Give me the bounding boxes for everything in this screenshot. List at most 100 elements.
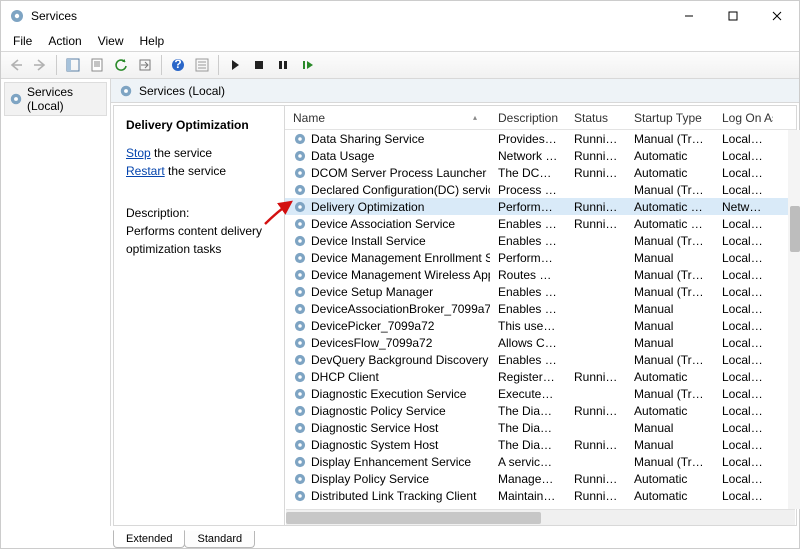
action-menu-button[interactable]	[191, 54, 213, 76]
cell-logon: Local Syster	[714, 455, 774, 469]
cell-logon: Local Syster	[714, 302, 774, 316]
cell-status: Running	[566, 166, 626, 180]
cell-logon: Local Servic	[714, 472, 774, 486]
service-row[interactable]: Device Management Enrollment ServicePerf…	[285, 249, 796, 266]
cell-logon: Local Servic	[714, 370, 774, 384]
gear-icon	[293, 336, 307, 350]
cell-name: Device Management Enrollment Service	[285, 251, 490, 265]
service-row[interactable]: Delivery OptimizationPerforms co...Runni…	[285, 198, 796, 215]
service-name-text: Distributed Link Tracking Client	[311, 489, 476, 503]
service-name-text: DevQuery Background Discovery Broker	[311, 353, 490, 367]
column-startup[interactable]: Startup Type	[626, 106, 714, 129]
sort-indicator-icon: ▴	[473, 113, 481, 122]
cell-description: Enables app...	[490, 353, 566, 367]
tab-extended[interactable]: Extended	[113, 530, 185, 548]
export-list-button[interactable]	[134, 54, 156, 76]
scrollbar-thumb[interactable]	[286, 512, 541, 524]
service-row[interactable]: DevicePicker_7099a72This user ser...Manu…	[285, 317, 796, 334]
cell-status: Running	[566, 217, 626, 231]
refresh-button[interactable]	[110, 54, 132, 76]
service-name-text: Diagnostic Execution Service	[311, 387, 466, 401]
gear-icon	[293, 166, 307, 180]
tab-standard[interactable]: Standard	[184, 531, 255, 548]
cell-startup: Manual	[626, 438, 714, 452]
service-row[interactable]: Diagnostic Service HostThe Diagnos...Man…	[285, 419, 796, 436]
help-button[interactable]: ?	[167, 54, 189, 76]
scrollbar-thumb[interactable]	[790, 206, 800, 252]
nav-back-button[interactable]	[5, 54, 27, 76]
column-logon[interactable]: Log On As	[714, 106, 774, 129]
cell-logon: Local Syster	[714, 489, 774, 503]
minimize-button[interactable]	[667, 1, 711, 31]
cell-description: A service for ...	[490, 455, 566, 469]
menu-file[interactable]: File	[5, 32, 40, 50]
svg-text:?: ?	[174, 58, 181, 71]
restart-service-link[interactable]: Restart	[126, 164, 165, 178]
service-row[interactable]: Diagnostic Policy ServiceThe Diagnos...R…	[285, 402, 796, 419]
service-row[interactable]: DHCP ClientRegisters an...RunningAutomat…	[285, 368, 796, 385]
restart-service-button[interactable]	[296, 54, 318, 76]
column-description[interactable]: Description	[490, 106, 566, 129]
service-row[interactable]: Device Setup ManagerEnables the ...Manua…	[285, 283, 796, 300]
cell-startup: Manual (Trigg...	[626, 132, 714, 146]
service-row[interactable]: Data Sharing ServiceProvides dat...Runni…	[285, 130, 796, 147]
maximize-button[interactable]	[711, 1, 755, 31]
cell-status: Running	[566, 404, 626, 418]
start-service-button[interactable]	[224, 54, 246, 76]
service-row[interactable]: Distributed Link Tracking ClientMaintain…	[285, 487, 796, 504]
vertical-scrollbar[interactable]	[788, 130, 800, 509]
show-hide-tree-button[interactable]	[62, 54, 84, 76]
cell-logon: Local Syster	[714, 438, 774, 452]
restart-suffix: the service	[165, 164, 226, 178]
service-name-text: Display Enhancement Service	[311, 455, 471, 469]
service-row[interactable]: DevQuery Background Discovery BrokerEnab…	[285, 351, 796, 368]
cell-status: Running	[566, 132, 626, 146]
service-name-text: Data Usage	[311, 149, 374, 163]
service-row[interactable]: Device Association ServiceEnables pairi.…	[285, 215, 796, 232]
service-row[interactable]: DevicesFlow_7099a72Allows Conn...ManualL…	[285, 334, 796, 351]
cell-status: Running	[566, 200, 626, 214]
cell-name: Diagnostic Policy Service	[285, 404, 490, 418]
nav-forward-button[interactable]	[29, 54, 51, 76]
service-row[interactable]: DeviceAssociationBroker_7099a72Enables a…	[285, 300, 796, 317]
cell-startup: Manual (Trigg...	[626, 285, 714, 299]
service-row[interactable]: Diagnostic System HostThe Diagnos...Runn…	[285, 436, 796, 453]
service-row[interactable]: Display Enhancement Service A service for…	[285, 453, 796, 470]
service-row[interactable]: Device Management Wireless Applicati...R…	[285, 266, 796, 283]
selected-service-name: Delivery Optimization	[126, 116, 272, 134]
properties-button[interactable]	[86, 54, 108, 76]
service-row[interactable]: Diagnostic Execution ServiceExecutes dia…	[285, 385, 796, 402]
menu-help[interactable]: Help	[132, 32, 173, 50]
cell-startup: Manual (Trigg...	[626, 183, 714, 197]
titlebar[interactable]: Services	[1, 1, 799, 31]
service-row[interactable]: DCOM Server Process LauncherThe DCOML...…	[285, 164, 796, 181]
menu-action[interactable]: Action	[40, 32, 89, 50]
service-row[interactable]: Display Policy ServiceManages th...Runni…	[285, 470, 796, 487]
cell-startup: Manual	[626, 319, 714, 333]
column-status[interactable]: Status	[566, 106, 626, 129]
cell-startup: Manual (Trigg...	[626, 234, 714, 248]
cell-logon: Local Servic	[714, 421, 774, 435]
cell-description: Allows Conn...	[490, 336, 566, 350]
service-name-text: Diagnostic System Host	[311, 438, 438, 452]
close-button[interactable]	[755, 1, 799, 31]
column-name[interactable]: Name▴	[285, 106, 490, 129]
cell-logon: Local Servic	[714, 149, 774, 163]
console-tree[interactable]: Services (Local)	[1, 79, 111, 526]
service-row[interactable]: Device Install ServiceEnables a co...Man…	[285, 232, 796, 249]
service-name-text: Device Management Wireless Applicati...	[311, 268, 490, 282]
tree-root-services-local[interactable]: Services (Local)	[4, 82, 107, 116]
horizontal-scrollbar[interactable]	[286, 509, 795, 525]
cell-name: Data Sharing Service	[285, 132, 490, 146]
service-row[interactable]: Declared Configuration(DC) serviceProces…	[285, 181, 796, 198]
stop-service-button[interactable]	[248, 54, 270, 76]
cell-status: Running	[566, 438, 626, 452]
cell-logon: Local Syster	[714, 336, 774, 350]
menu-view[interactable]: View	[90, 32, 132, 50]
pause-service-button[interactable]	[272, 54, 294, 76]
stop-service-link[interactable]: Stop	[126, 146, 151, 160]
view-tabs: Extended Standard	[1, 526, 799, 548]
cell-status: Running	[566, 370, 626, 384]
service-row[interactable]: Data UsageNetwork dat...RunningAutomatic…	[285, 147, 796, 164]
rows-container[interactable]: Data Sharing ServiceProvides dat...Runni…	[285, 130, 796, 509]
